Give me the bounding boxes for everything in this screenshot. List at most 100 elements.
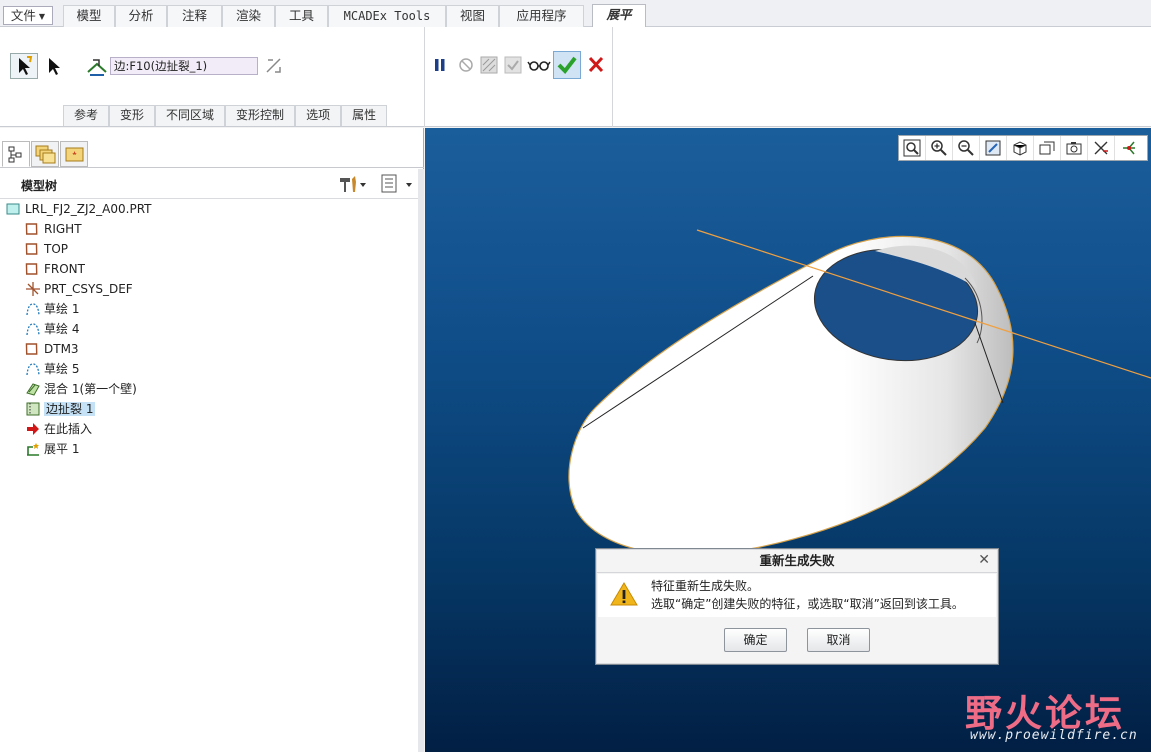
glasses-preview-button[interactable] <box>527 54 551 76</box>
ribbon-tab-bar: 文件 ▼ 模型 分析 注释 渲染 工具 MCADEx Tools 视图 应用程序 … <box>0 0 1151 27</box>
tree-item-label: PRT_CSYS_DEF <box>44 282 133 296</box>
blend-icon <box>26 383 40 396</box>
subtab-different-regions[interactable]: 不同区域 <box>155 105 226 126</box>
tree-item-edge-rip-1[interactable]: 边扯裂 1 <box>25 400 96 420</box>
sketch-icon <box>26 303 40 316</box>
tree-item-csys[interactable]: PRT_CSYS_DEF <box>25 280 133 300</box>
tree-item-right[interactable]: RIGHT <box>25 220 82 240</box>
tab-mcadex-tools[interactable]: MCADEx Tools <box>328 5 446 27</box>
tree-item-label: 混合 1(第一个壁) <box>44 382 137 396</box>
tree-item-label: 草绘 5 <box>44 362 80 376</box>
show-filter-icon[interactable] <box>380 174 416 194</box>
tree-item-blend-1[interactable]: 混合 1(第一个壁) <box>25 380 137 400</box>
model-tree-header: 模型树 <box>0 169 418 199</box>
tree-structure-icon <box>8 146 22 163</box>
close-icon[interactable]: ✕ <box>978 552 990 568</box>
navigator-panel: 模型树 LRL_FJ2_ZJ2_A00.PRT RIGHT TOP FRONT … <box>0 128 424 752</box>
tree-item-label: TOP <box>44 242 69 256</box>
tree-item-dtm3[interactable]: DTM3 <box>25 340 79 360</box>
select-pointer-button[interactable] <box>43 54 65 78</box>
subtab-deformation-control[interactable]: 变形控制 <box>225 105 296 126</box>
favorites-folder-icon <box>65 147 84 162</box>
chevron-down-icon: ▼ <box>38 12 46 21</box>
flatten-icon <box>27 443 39 456</box>
csys-icon <box>26 282 40 296</box>
pause-icon <box>435 59 445 71</box>
tree-item-insert-here[interactable]: 在此插入 <box>25 420 92 440</box>
select-edges-button[interactable] <box>10 53 38 79</box>
pause-button[interactable] <box>430 54 450 76</box>
tree-item-label: 草绘 1 <box>44 302 80 316</box>
tab-applications[interactable]: 应用程序 <box>499 5 584 27</box>
warning-icon <box>610 582 638 606</box>
close-x-icon <box>588 56 604 73</box>
tree-item-label: 边扯裂 1 <box>44 402 96 416</box>
tree-item-label: 草绘 4 <box>44 322 80 336</box>
tab-analysis[interactable]: 分析 <box>115 5 167 27</box>
glasses-icon <box>527 61 551 71</box>
tree-item-flatten-1[interactable]: 展平 1 <box>25 440 79 460</box>
datum-plane-icon <box>25 343 38 355</box>
file-menu[interactable]: 文件 ▼ <box>3 6 53 25</box>
confirm-button[interactable] <box>553 51 581 79</box>
model-tree-title: 模型树 <box>21 179 58 193</box>
tree-item-top[interactable]: TOP <box>25 240 68 260</box>
sketch-icon <box>26 323 40 336</box>
subtab-deformation[interactable]: 变形 <box>109 105 156 126</box>
tab-tools[interactable]: 工具 <box>275 5 328 27</box>
edge-collector-field[interactable]: 边:F10(边扯裂_1) <box>110 57 258 75</box>
subtab-options[interactable]: 选项 <box>295 105 342 126</box>
tab-model[interactable]: 模型 <box>63 5 115 27</box>
flip-direction-icon[interactable] <box>264 56 284 76</box>
arrow-pointer-icon <box>49 58 60 75</box>
verify-icon <box>504 56 522 74</box>
tree-item-label: FRONT <box>44 262 85 276</box>
tree-root-part[interactable]: LRL_FJ2_ZJ2_A00.PRT <box>6 200 152 220</box>
insert-here-arrow-icon <box>27 423 39 435</box>
folder-stack-icon <box>35 145 56 164</box>
tree-item-sketch-4[interactable]: 草绘 4 <box>25 320 79 340</box>
tree-scrollbar[interactable] <box>418 169 424 752</box>
datum-plane-icon <box>25 243 38 255</box>
tree-root-label: LRL_FJ2_ZJ2_A00.PRT <box>25 202 152 216</box>
settings-tools-icon[interactable] <box>337 174 367 194</box>
regen-failure-dialog: 重新生成失败 ✕ 特征重新生成失败。 选取“确定”创建失败的特征，或选取“取消”… <box>595 548 999 665</box>
sketch-icon <box>26 363 40 376</box>
navigator-tabs <box>0 138 424 168</box>
datum-plane-icon <box>25 263 38 275</box>
folder-browser-tab[interactable] <box>31 141 59 167</box>
tab-flatten[interactable]: 展平 <box>592 4 646 27</box>
checkmark-icon <box>557 56 577 75</box>
subtab-references[interactable]: 参考 <box>63 105 110 126</box>
preview-geometry-button[interactable] <box>479 54 499 76</box>
dashboard-subtabs: 参考 变形 不同区域 变形控制 选项 属性 <box>63 105 388 126</box>
tree-item-label: 在此插入 <box>44 422 93 436</box>
verify-mode-button[interactable] <box>503 54 523 76</box>
dashboard-divider <box>612 27 613 127</box>
flatten-dashboard: 边:F10(边扯裂_1) 参考 变形 不同区域 变形控制 选项 属性 <box>0 27 1151 127</box>
dashboard-divider <box>424 27 425 127</box>
tree-item-sketch-1[interactable]: 草绘 1 <box>25 300 79 320</box>
sheetmetal-edge-icon <box>87 59 107 76</box>
tree-item-sketch-5[interactable]: 草绘 5 <box>25 360 79 380</box>
cancel-button[interactable]: 取消 <box>807 628 870 652</box>
tab-render[interactable]: 渲染 <box>222 5 275 27</box>
tab-annotate[interactable]: 注释 <box>167 5 222 27</box>
dialog-message-area: 特征重新生成失败。 选取“确定”创建失败的特征，或选取“取消”返回到该工具。 <box>598 574 996 617</box>
tab-view[interactable]: 视图 <box>446 5 499 27</box>
select-pointer-icon <box>19 56 33 75</box>
ok-button[interactable]: 确定 <box>724 628 787 652</box>
tree-item-label: RIGHT <box>44 222 82 236</box>
tree-item-label: DTM3 <box>44 342 79 356</box>
preview-geometry-icon <box>480 56 498 74</box>
cancel-feature-button[interactable] <box>586 54 606 76</box>
dialog-message-line-1: 特征重新生成失败。 <box>651 579 760 593</box>
no-preview-button[interactable] <box>456 54 476 76</box>
no-preview-icon <box>459 58 473 72</box>
datum-plane-icon <box>25 223 38 235</box>
file-menu-label: 文件 <box>10 8 36 23</box>
favorites-tab[interactable] <box>60 141 88 167</box>
subtab-properties[interactable]: 属性 <box>341 105 388 126</box>
model-tree-tab[interactable] <box>2 141 30 167</box>
tree-item-front[interactable]: FRONT <box>25 260 85 280</box>
